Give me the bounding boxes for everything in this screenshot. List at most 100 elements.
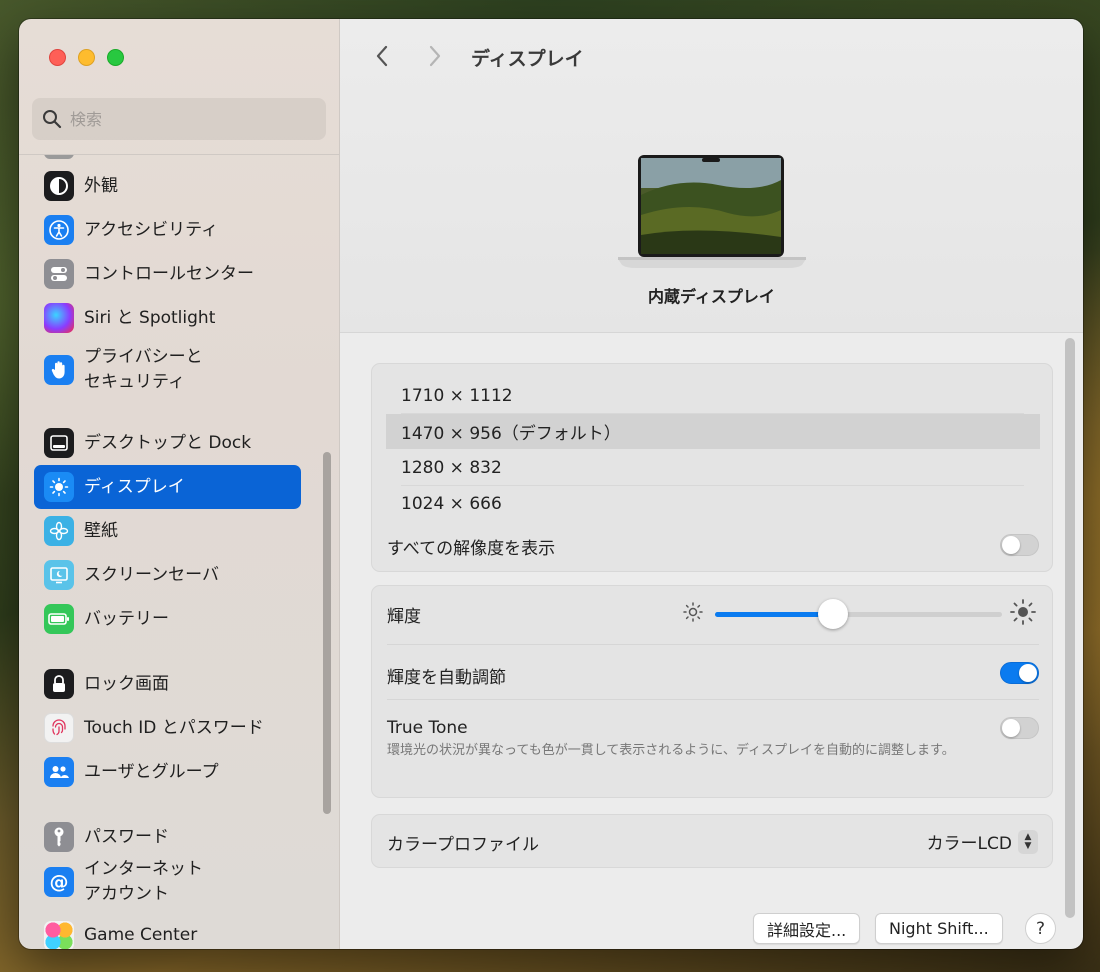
true-tone-description: 環境光の状況が異なっても色が一貫して表示されるように、ディスプレイを自動的に調整… — [387, 743, 955, 758]
accessibility-icon — [44, 215, 74, 245]
page-title: ディスプレイ — [471, 48, 584, 70]
sidebar-item-label: スクリーンセーバ — [84, 564, 219, 585]
sidebar-item-game-center[interactable]: Game Center — [34, 915, 301, 949]
sidebar-item-displays[interactable]: ディスプレイ — [34, 465, 301, 509]
fingerprint-icon — [44, 713, 74, 743]
siri-icon — [44, 303, 74, 333]
sidebar-item-label: デスクトップと Dock — [84, 432, 252, 453]
resolution-option-selected[interactable]: 1470 × 956（デフォルト） — [386, 414, 1040, 449]
sidebar-item-label: 壁紙 — [84, 520, 118, 541]
zoom-button[interactable] — [107, 49, 124, 66]
help-button[interactable]: ? — [1025, 913, 1056, 944]
slider-fill — [715, 612, 833, 617]
divider — [387, 699, 1039, 700]
divider — [387, 644, 1039, 645]
lock-icon — [44, 669, 74, 699]
resolution-card: 1710 × 1112 1470 × 956（デフォルト） 1280 × 832… — [371, 363, 1053, 572]
search-input[interactable] — [70, 109, 310, 129]
dock-icon — [44, 428, 74, 458]
color-profile-popup[interactable]: カラーLCD ▲ ▼ — [927, 829, 1038, 854]
laptop-display-icon[interactable] — [618, 155, 806, 269]
toggle-knob — [1002, 536, 1020, 554]
resolution-label: 1470 × 956（デフォルト） — [401, 424, 621, 444]
brightness-label: 輝度 — [387, 607, 421, 627]
brightness-card: 輝度 輝度を自動調節 True Tone 環境光の状況が異なっても色が一貫して表… — [371, 585, 1053, 798]
sidebar-item-label: ロック画面 — [84, 673, 169, 694]
window-controls — [49, 49, 124, 66]
sidebar-item-screensaver[interactable]: スクリーンセーバ — [34, 553, 301, 597]
show-all-resolutions-label: すべての解像度を表示 — [387, 539, 556, 559]
wallpaper-icon — [44, 516, 74, 546]
key-icon — [44, 822, 74, 852]
sidebar-item-label: コントロールセンター — [84, 263, 254, 284]
sidebar-item-privacy-security[interactable]: プライバシーと セキュリティ — [34, 341, 301, 399]
resolution-label: 1024 × 666 — [401, 493, 502, 514]
sidebar-item-accessibility[interactable]: アクセシビリティ — [34, 208, 301, 252]
resolution-option[interactable]: 1710 × 1112 — [386, 378, 1040, 413]
sidebar-item-label: バッテリー — [84, 608, 169, 629]
privacy-hand-icon — [44, 355, 74, 385]
search-field[interactable] — [32, 98, 326, 140]
auto-brightness-toggle[interactable] — [1000, 662, 1039, 684]
advanced-settings-button[interactable]: 詳細設定... — [753, 913, 861, 944]
appearance-icon — [44, 171, 74, 201]
sidebar-item-label: Game Center — [84, 925, 198, 945]
sidebar-item-desktop-dock[interactable]: デスクトップと Dock — [34, 421, 301, 465]
search-icon — [43, 110, 62, 129]
color-profile-card: カラープロファイル カラーLCD ▲ ▼ — [371, 814, 1053, 868]
sidebar-item-label: Siri と Spotlight — [84, 307, 216, 328]
color-profile-label: カラープロファイル — [387, 835, 539, 855]
sidebar-item-users-groups[interactable]: ユーザとグループ — [34, 750, 301, 794]
sidebar-scrollbar[interactable] — [323, 452, 331, 814]
control-center-icon — [44, 259, 74, 289]
chevron-left-icon — [376, 45, 388, 67]
back-button[interactable] — [367, 41, 397, 71]
brightness-slider-thumb[interactable] — [817, 599, 848, 629]
sidebar-item-control-center[interactable]: コントロールセンター — [34, 252, 301, 296]
resolution-label: 1280 × 832 — [401, 457, 502, 478]
close-button[interactable] — [49, 49, 66, 66]
main-scrollbar[interactable] — [1065, 338, 1075, 918]
toggle-knob — [1002, 719, 1020, 737]
sidebar-item-label: ユーザとグループ — [84, 761, 219, 782]
sidebar-item-battery[interactable]: バッテリー — [34, 597, 301, 641]
minimize-button[interactable] — [78, 49, 95, 66]
chevron-right-icon — [429, 45, 441, 67]
up-down-chevron-icon: ▲ ▼ — [1018, 829, 1038, 854]
sidebar-item-label: ディスプレイ — [84, 476, 185, 497]
resolution-option[interactable]: 1280 × 832 — [386, 450, 1040, 485]
color-profile-value: カラーLCD — [926, 834, 1012, 854]
game-center-icon — [44, 921, 74, 949]
resolution-label: 1710 × 1112 — [401, 385, 513, 406]
brightness-slider[interactable] — [715, 612, 1002, 617]
sidebar-item-touch-id[interactable]: Touch ID とパスワード — [34, 706, 301, 750]
sidebar-item-label: パスワード — [84, 826, 169, 847]
forward-button[interactable] — [420, 41, 450, 71]
sidebar-item-appearance[interactable]: 外観 — [34, 164, 301, 208]
screensaver-icon — [44, 560, 74, 590]
sun-min-icon — [681, 600, 705, 628]
sidebar-item-lock-screen[interactable]: ロック画面 — [34, 662, 301, 706]
show-all-resolutions-toggle[interactable] — [1000, 534, 1039, 556]
at-sign-icon: @ — [44, 867, 74, 897]
sidebar-item-label: アクセシビリティ — [84, 219, 219, 240]
sun-max-icon — [1009, 598, 1037, 630]
resolution-option[interactable]: 1024 × 666 — [386, 486, 1040, 521]
auto-brightness-label: 輝度を自動調節 — [387, 668, 506, 688]
users-icon — [44, 757, 74, 787]
sidebar-item-partial — [34, 155, 301, 160]
night-shift-button[interactable]: Night Shift... — [875, 913, 1003, 944]
sidebar-item-internet-accounts[interactable]: @ インターネット アカウント — [34, 853, 301, 911]
toggle-knob — [1019, 664, 1037, 682]
sidebar-item-label: インターネット アカウント — [84, 859, 203, 904]
system-settings-window: 外観 アクセシビリティ コントロールセンター Siri と Spotlight — [19, 19, 1083, 949]
sidebar-item-wallpaper[interactable]: 壁紙 — [34, 509, 301, 553]
display-name-label: 内蔵ディスプレイ — [648, 287, 775, 306]
sidebar-item-label: プライバシーと セキュリティ — [84, 347, 203, 392]
sidebar-item-siri-spotlight[interactable]: Siri と Spotlight — [34, 296, 301, 340]
display-sun-icon — [44, 472, 74, 502]
true-tone-toggle[interactable] — [1000, 717, 1039, 739]
sidebar-item-label: Touch ID とパスワード — [84, 717, 264, 738]
display-header: ディスプレイ 内蔵ディスプレイ — [340, 19, 1083, 333]
sidebar-item-label: 外観 — [84, 175, 118, 196]
